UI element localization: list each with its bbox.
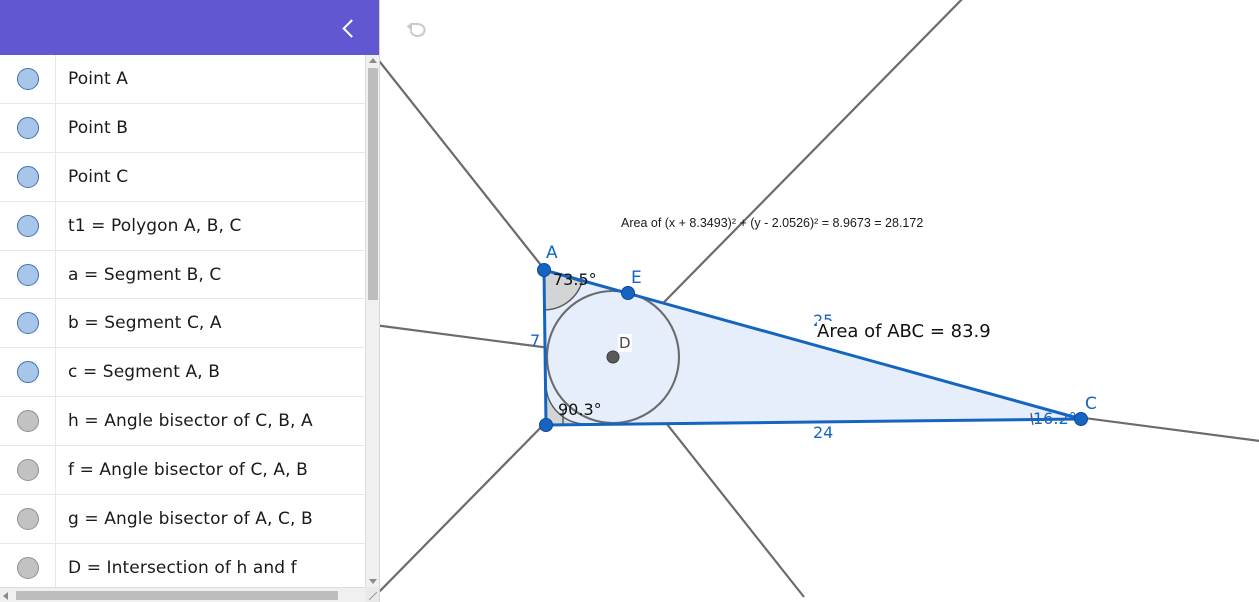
list-item[interactable]: f = Angle bisector of C, A, B (0, 446, 379, 496)
visibility-toggle-cell[interactable] (0, 152, 56, 201)
sidebar-header (0, 0, 379, 55)
scroll-up-arrow-icon[interactable] (369, 58, 377, 63)
visibility-toggle-icon[interactable] (16, 312, 39, 335)
list-item[interactable]: Point A (0, 55, 379, 104)
list-item-label: c = Segment A, B (68, 362, 221, 383)
visibility-toggle-icon[interactable] (16, 263, 39, 286)
scroll-left-arrow-icon[interactable] (3, 592, 8, 600)
angle-bisector-line-h[interactable] (380, 0, 975, 597)
undo-button[interactable] (402, 14, 432, 44)
visibility-toggle-icon[interactable] (16, 116, 39, 139)
list-item[interactable]: Point B (0, 103, 379, 153)
visibility-toggle-cell[interactable] (0, 55, 56, 103)
list-item[interactable]: D = Intersection of h and f (0, 543, 379, 587)
undo-arrow-icon (406, 22, 426, 37)
list-item[interactable]: a = Segment B, C (0, 250, 379, 300)
list-item[interactable]: g = Angle bisector of A, C, B (0, 495, 379, 544)
list-item[interactable]: h = Angle bisector of C, B, A (0, 397, 379, 447)
sidebar-horizontal-scrollbar[interactable] (0, 587, 379, 602)
point-c[interactable] (1074, 412, 1088, 426)
visibility-toggle-icon[interactable] (16, 361, 39, 384)
visibility-toggle-cell[interactable] (0, 348, 56, 397)
point-b[interactable] (539, 418, 553, 432)
scroll-down-arrow-icon[interactable] (369, 579, 377, 584)
visibility-toggle-icon[interactable] (16, 165, 39, 188)
visibility-toggle-icon[interactable] (16, 410, 39, 433)
segment-ab[interactable] (542, 269, 548, 426)
sidebar-collapse-button[interactable] (335, 14, 363, 42)
chevron-left-icon (341, 18, 361, 38)
list-item[interactable]: t1 = Polygon A, B, C (0, 201, 379, 251)
visibility-toggle-cell[interactable] (0, 201, 56, 250)
list-item-label: D = Intersection of h and f (68, 557, 297, 578)
point-d[interactable] (606, 350, 620, 364)
visibility-toggle-icon[interactable] (16, 67, 39, 90)
list-item-label: f = Angle bisector of C, A, B (68, 460, 308, 481)
list-item-label: g = Angle bisector of A, C, B (68, 508, 313, 529)
algebra-sidebar: Point A Point B Point C t1 = Polygon A, … (0, 0, 379, 602)
list-item[interactable]: Point C (0, 152, 379, 202)
list-item-label: b = Segment C, A (68, 313, 222, 334)
visibility-toggle-icon[interactable] (16, 214, 39, 237)
visibility-toggle-cell[interactable] (0, 446, 56, 495)
geometry-app: Point A Point B Point C t1 = Polygon A, … (0, 0, 1259, 602)
visibility-toggle-icon[interactable] (16, 507, 39, 530)
visibility-toggle-icon[interactable] (16, 459, 39, 482)
visibility-toggle-icon[interactable] (16, 556, 39, 579)
sidebar-vertical-scrollbar[interactable] (365, 55, 379, 587)
scrollbar-corner-grip (365, 587, 379, 602)
visibility-toggle-cell[interactable] (0, 543, 56, 587)
list-item[interactable]: c = Segment A, B (0, 348, 379, 398)
geometry-canvas[interactable]: Area of (x + 8.3493)² + (y - 2.0526)² = … (379, 0, 1259, 602)
visibility-toggle-cell[interactable] (0, 103, 56, 152)
list-item-label: t1 = Polygon A, B, C (68, 215, 242, 236)
visibility-toggle-cell[interactable] (0, 250, 56, 299)
point-e[interactable] (621, 286, 635, 300)
horizontal-scroll-thumb[interactable] (16, 591, 338, 600)
list-item-label: Point B (68, 117, 128, 138)
list-item-label: Point A (68, 68, 128, 89)
list-item-label: a = Segment B, C (68, 264, 222, 285)
visibility-toggle-cell[interactable] (0, 495, 56, 543)
vertical-scroll-thumb[interactable] (368, 68, 378, 300)
visibility-toggle-cell[interactable] (0, 397, 56, 446)
visibility-toggle-cell[interactable] (0, 299, 56, 348)
list-item-label: h = Angle bisector of C, B, A (68, 411, 313, 432)
algebra-view-list[interactable]: Point A Point B Point C t1 = Polygon A, … (0, 55, 379, 587)
geometry-drawing[interactable] (380, 0, 1259, 602)
list-item-label: Point C (68, 166, 129, 187)
point-a[interactable] (537, 263, 551, 277)
list-item[interactable]: b = Segment C, A (0, 299, 379, 349)
